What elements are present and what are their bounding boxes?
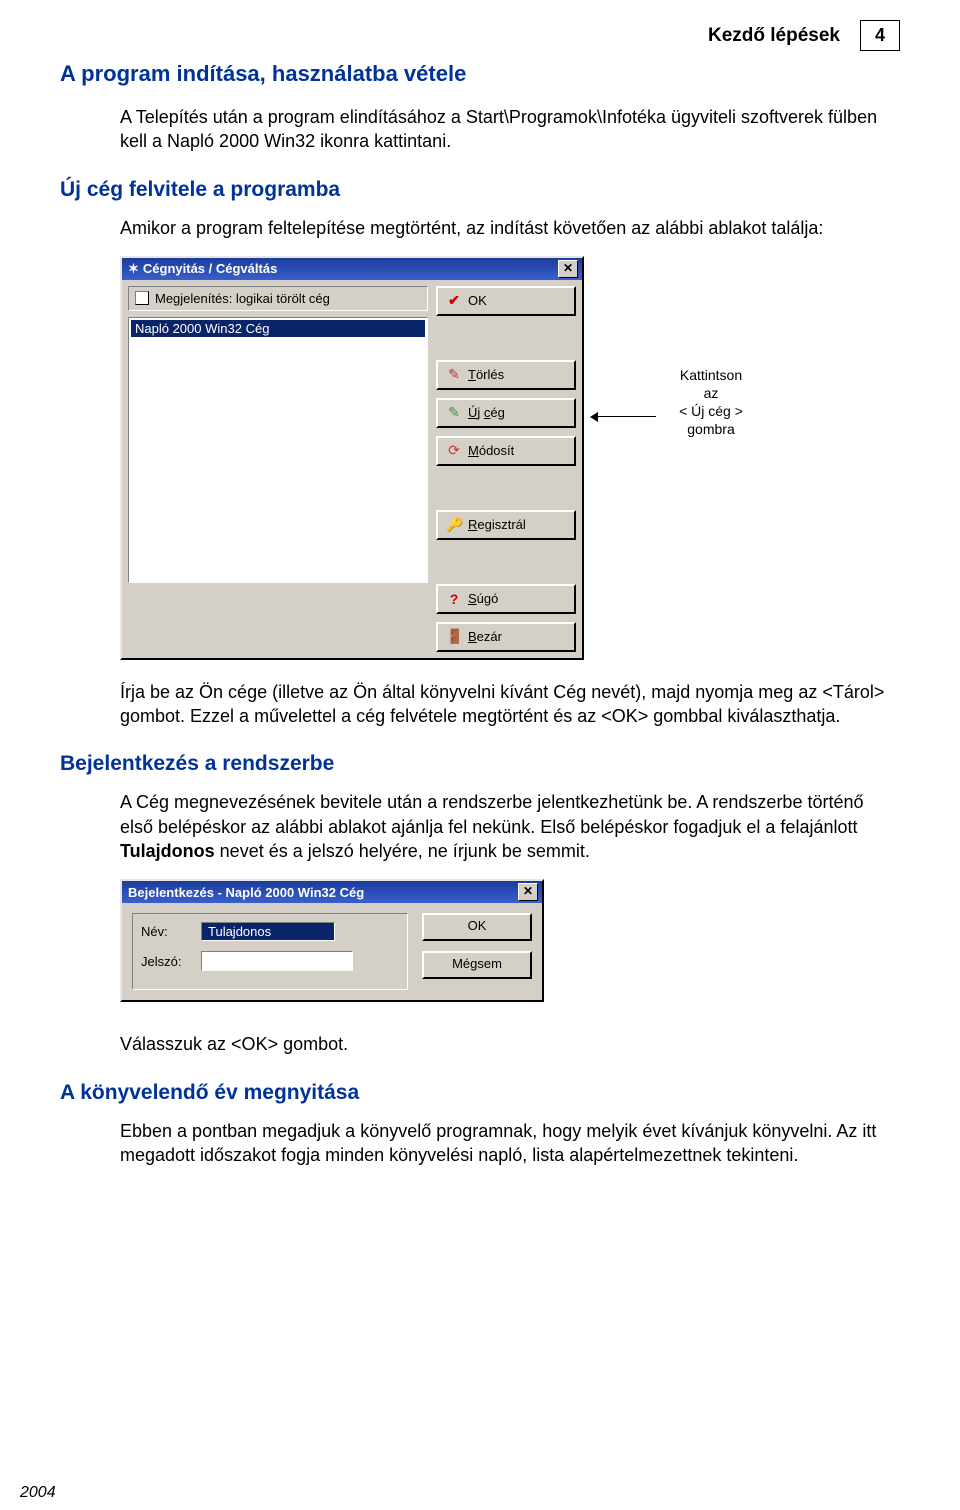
dialog2-titlebar: Bejelentkezés - Napló 2000 Win32 Cég ✕: [122, 881, 542, 903]
login-cancel-button[interactable]: Mégsem: [422, 951, 532, 979]
regisztral-button[interactable]: 🔑 Regisztrál: [436, 510, 576, 540]
callout-ujceg: Kattintson az < Új cég > gombra: [656, 366, 766, 439]
uj-ceg-button[interactable]: ✎ Új cég: [436, 398, 576, 428]
bezar-button[interactable]: 🚪 Bezár: [436, 622, 576, 652]
footer-year: 2004: [20, 1484, 56, 1502]
ok-label: OK: [468, 293, 487, 308]
para-bejelentkezes: A Cég megnevezésének bevitele után a ren…: [120, 790, 900, 863]
company-listbox[interactable]: Napló 2000 Win32 Cég: [128, 317, 428, 583]
sugo-label: Súgó: [468, 591, 498, 606]
checkbox-label: Megjelenítés: logikai törölt cég: [155, 291, 330, 306]
new-icon: ✎: [446, 404, 462, 421]
page-number: 4: [860, 20, 900, 51]
edit-icon: ⟳: [446, 442, 462, 459]
checkbox-logikai-torolt[interactable]: Megjelenítés: logikai törölt cég: [128, 286, 428, 311]
checkbox-icon[interactable]: [135, 291, 149, 305]
modosit-label: Módosít: [468, 443, 514, 458]
regisztral-label: Regisztrál: [468, 517, 526, 532]
app-icon: ✶: [128, 261, 139, 277]
key-icon: 🔑: [446, 516, 462, 533]
name-field[interactable]: Tulajdonos: [201, 922, 335, 941]
arrow-icon: [596, 416, 656, 417]
torles-button[interactable]: ✎ Törlés: [436, 360, 576, 390]
heading-program-inditasa: A program indítása, használatba vétele: [60, 61, 900, 87]
torles-label: Törlés: [468, 367, 504, 382]
password-field[interactable]: [201, 951, 353, 971]
password-label: Jelszó:: [141, 954, 191, 969]
list-item[interactable]: Napló 2000 Win32 Cég: [131, 320, 425, 337]
heading-uj-ceg: Új cég felvitele a programba: [60, 178, 900, 202]
dialog2-title: Bejelentkezés - Napló 2000 Win32 Cég: [128, 885, 364, 900]
ujceg-label: Új cég: [468, 405, 505, 420]
help-icon: ?: [446, 591, 462, 607]
close-icon[interactable]: ✕: [558, 260, 578, 278]
delete-icon: ✎: [446, 366, 462, 383]
ok-button[interactable]: ✔ OK: [436, 286, 576, 316]
login-ok-button[interactable]: OK: [422, 913, 532, 941]
close-icon[interactable]: ✕: [518, 883, 538, 901]
para-after-install: Amikor a program feltelepítése megtörtén…: [120, 216, 900, 240]
dialog-title: Cégnyitás / Cégváltás: [143, 261, 277, 276]
para-irja-be: Írja be az Ön cége (illetve az Ön által …: [120, 680, 900, 729]
dialog-titlebar: ✶ Cégnyitás / Cégváltás ✕: [122, 258, 582, 280]
dialog-bejelentkezes: Bejelentkezés - Napló 2000 Win32 Cég ✕ N…: [120, 879, 544, 1002]
header-title: Kezdő lépések: [708, 25, 840, 47]
heading-konyvelendo-ev: A könyvelendő év megnyitása: [60, 1081, 900, 1105]
check-icon: ✔: [446, 292, 462, 309]
para-valasszuk-ok: Válasszuk az <OK> gombot.: [120, 1032, 900, 1056]
name-label: Név:: [141, 924, 191, 939]
door-icon: 🚪: [446, 628, 462, 645]
dialog-cegnyitas: ✶ Cégnyitás / Cégváltás ✕ Megjelenítés: …: [120, 256, 584, 660]
bezar-label: Bezár: [468, 629, 502, 644]
para-konyvelendo-ev: Ebben a pontban megadjuk a könyvelő prog…: [120, 1119, 900, 1168]
sugo-button[interactable]: ? Súgó: [436, 584, 576, 614]
heading-bejelentkezes: Bejelentkezés a rendszerbe: [60, 752, 900, 776]
para-install-launch: A Telepítés után a program elindításához…: [120, 105, 900, 154]
modosit-button[interactable]: ⟳ Módosít: [436, 436, 576, 466]
